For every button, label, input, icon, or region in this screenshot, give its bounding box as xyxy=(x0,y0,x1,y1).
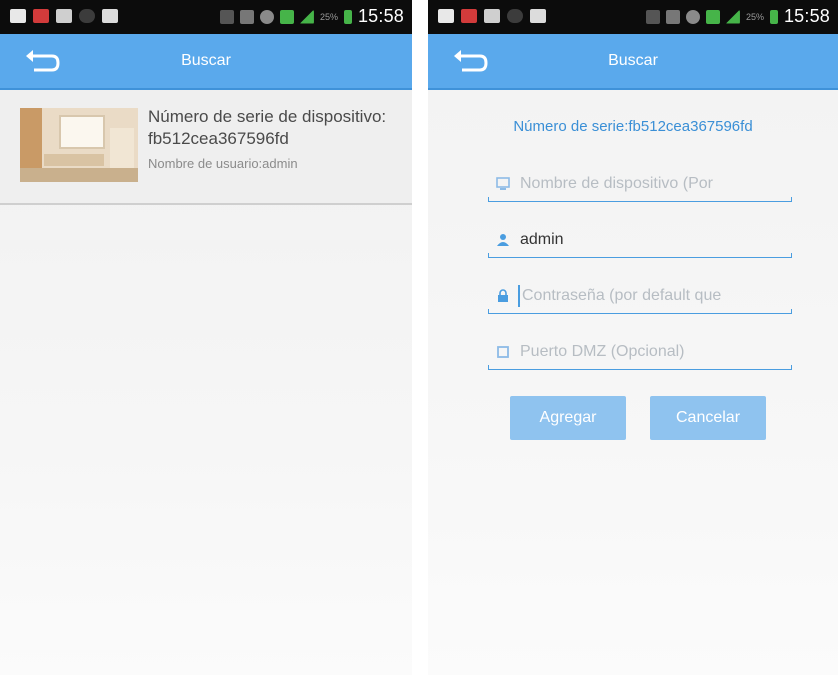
battery-icon xyxy=(343,9,352,24)
serial-number-header: Número de serie:fb512cea367596fd xyxy=(513,118,753,135)
device-list: Número de serie de dispositivo: fb512cea… xyxy=(0,90,412,675)
password-placeholder: Contraseña (por default que xyxy=(522,287,722,304)
nfc-icon xyxy=(219,9,234,24)
app-bar: Buscar xyxy=(0,34,412,90)
list-item[interactable]: Número de serie de dispositivo: fb512cea… xyxy=(0,90,412,205)
system-icons: 25% 15:58 xyxy=(219,6,404,27)
notification-icons xyxy=(10,9,118,23)
device-thumbnail xyxy=(20,108,138,182)
facebook-icon xyxy=(102,9,118,23)
wifi-icon xyxy=(705,9,720,24)
status-bar: 25% 15:58 xyxy=(0,0,412,34)
message-icon xyxy=(56,9,72,23)
user-icon xyxy=(497,234,509,246)
battery-icon xyxy=(769,9,778,24)
alarm-icon xyxy=(685,9,700,24)
add-device-screen: 25% 15:58 Buscar Número de serie:fb512ce… xyxy=(428,0,838,675)
add-button[interactable]: Agregar xyxy=(510,396,626,440)
serial-value: fb512cea367596fd xyxy=(148,129,289,148)
username-field[interactable]: admin xyxy=(488,220,792,258)
vibrate-icon xyxy=(239,9,254,24)
device-name-placeholder: Nombre de dispositivo (Por xyxy=(520,175,713,192)
text-cursor xyxy=(518,285,520,307)
username-value: admin xyxy=(520,231,564,248)
battery-percent: 25% xyxy=(745,11,764,22)
message-icon xyxy=(484,9,500,23)
vibrate-icon xyxy=(665,9,680,24)
nfc-icon xyxy=(645,9,660,24)
signal-icon xyxy=(725,9,740,24)
alarm-icon xyxy=(259,9,274,24)
missed-call-icon xyxy=(33,9,49,23)
signal-icon xyxy=(299,9,314,24)
app-bar-title: Buscar xyxy=(608,52,658,69)
missed-call-icon xyxy=(461,9,477,23)
add-device-form: Número de serie:fb512cea367596fd Nombre … xyxy=(428,90,838,675)
monitor-icon xyxy=(496,177,510,190)
clock: 15:58 xyxy=(357,6,404,26)
username-line: Nombre de usuario:admin xyxy=(148,156,298,171)
serial-label: Número de serie de dispositivo: xyxy=(148,107,387,126)
notification-icons xyxy=(438,9,546,23)
dmz-port-placeholder: Puerto DMZ (Opcional) xyxy=(520,343,685,360)
search-results-screen: 25% 15:58 Buscar Número de serie de disp… xyxy=(0,0,420,675)
status-bar: 25% 15:58 xyxy=(428,0,838,34)
device-info: Número de serie de dispositivo: fb512cea… xyxy=(148,106,408,171)
lock-icon xyxy=(498,289,508,302)
port-icon xyxy=(497,346,509,358)
app-bar-title: Buscar xyxy=(181,52,231,69)
facebook-icon xyxy=(530,9,546,23)
system-icons: 25% 15:58 xyxy=(645,6,830,27)
app-icon xyxy=(507,9,523,23)
app-bar: Buscar xyxy=(428,34,838,90)
cancel-button[interactable]: Cancelar xyxy=(650,396,766,440)
notification-icon xyxy=(10,9,26,23)
clock: 15:58 xyxy=(783,6,830,26)
device-name-field[interactable]: Nombre de dispositivo (Por xyxy=(488,164,792,202)
dmz-port-field[interactable]: Puerto DMZ (Opcional) xyxy=(488,332,792,370)
wifi-icon xyxy=(279,9,294,24)
app-icon xyxy=(79,9,95,23)
notification-icon xyxy=(438,9,454,23)
battery-percent: 25% xyxy=(319,11,338,22)
password-field[interactable]: Contraseña (por default que xyxy=(488,276,792,314)
